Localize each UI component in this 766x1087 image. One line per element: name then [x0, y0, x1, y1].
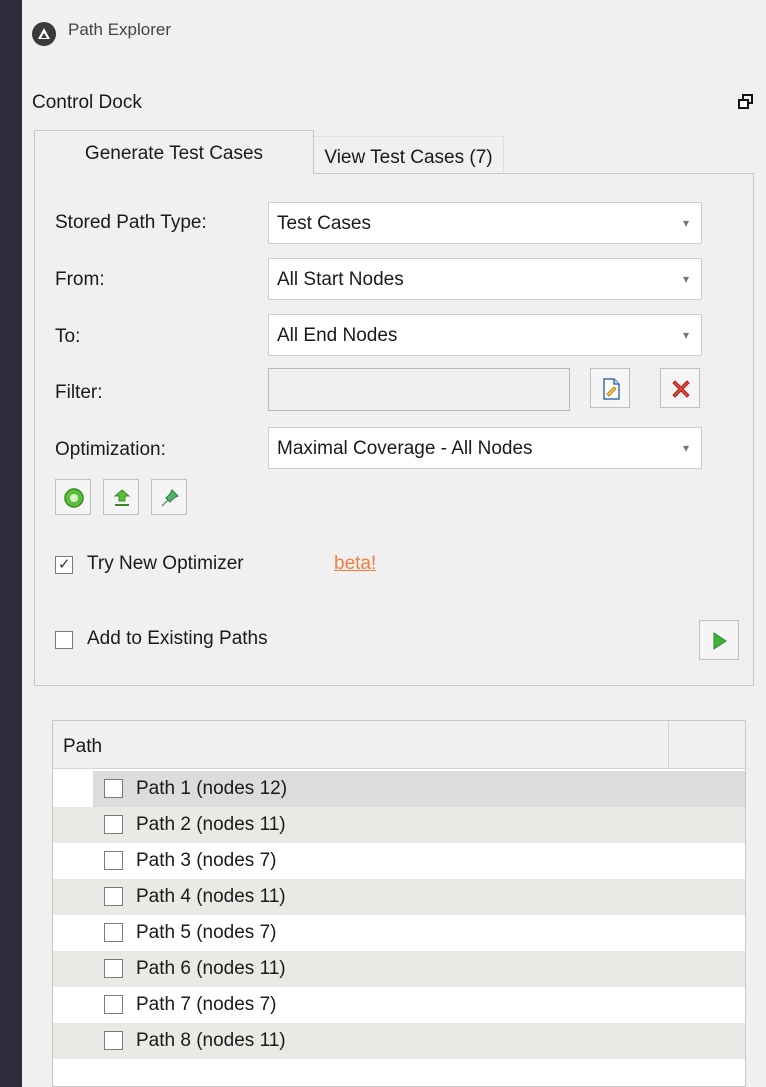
row-checkbox[interactable]	[104, 995, 123, 1014]
to-value: All End Nodes	[277, 325, 398, 346]
filter-label: Filter:	[55, 382, 103, 403]
chevron-down-icon: ▾	[682, 328, 689, 342]
dock-title: Control Dock	[32, 92, 142, 113]
chevron-down-icon: ▾	[682, 441, 689, 455]
table-row[interactable]: Path 7 (nodes 7)	[53, 987, 745, 1023]
refresh-icon	[113, 489, 131, 506]
row-checkbox[interactable]	[104, 779, 123, 798]
generate-panel: Stored Path Type: Test Cases ▾ From: All…	[34, 173, 754, 686]
filter-input[interactable]	[268, 368, 570, 411]
title-bar: Path Explorer	[22, 0, 766, 66]
try-new-optimizer-checkbox[interactable]: ✓	[55, 556, 73, 574]
refresh-button[interactable]	[103, 479, 139, 515]
row-checkbox[interactable]	[104, 815, 123, 834]
clear-filter-icon	[672, 380, 690, 398]
row-label: Path 8 (nodes 11)	[136, 1030, 286, 1051]
stored-path-type-value: Test Cases	[277, 213, 371, 234]
pin-button[interactable]	[151, 479, 187, 515]
add-to-existing-label: Add to Existing Paths	[87, 628, 268, 649]
table-row[interactable]: Path 4 (nodes 11)	[53, 879, 745, 915]
from-label: From:	[55, 269, 105, 290]
app-title: Path Explorer	[68, 20, 171, 39]
row-label: Path 4 (nodes 11)	[136, 886, 286, 907]
stored-path-type-select[interactable]: Test Cases ▾	[268, 202, 702, 244]
table-row[interactable]: Path 1 (nodes 12)	[53, 771, 745, 807]
dock-header: Control Dock	[22, 86, 766, 126]
row-label: Path 2 (nodes 11)	[136, 814, 286, 835]
optimization-value: Maximal Coverage - All Nodes	[277, 438, 533, 459]
tab-view-test-cases[interactable]: View Test Cases (7)	[314, 136, 504, 174]
row-label: Path 6 (nodes 11)	[136, 958, 286, 979]
pin-icon	[161, 489, 179, 507]
optimization-label: Optimization:	[55, 439, 166, 460]
play-icon	[713, 632, 727, 650]
path-explorer-window: Path Explorer Control Dock Generate Test…	[22, 0, 766, 1087]
row-checkbox[interactable]	[104, 959, 123, 978]
column-header-label: Path	[63, 736, 103, 757]
tab-bar: Generate Test Cases View Test Cases (7)	[34, 130, 754, 174]
row-label: Path 3 (nodes 7)	[136, 850, 277, 871]
run-button[interactable]	[699, 620, 739, 660]
edit-filter-icon	[603, 378, 620, 400]
optimization-select[interactable]: Maximal Coverage - All Nodes ▾	[268, 427, 702, 469]
row-checkbox[interactable]	[104, 1031, 123, 1050]
from-select[interactable]: All Start Nodes ▾	[268, 258, 702, 300]
from-value: All Start Nodes	[277, 269, 404, 290]
table-row[interactable]: Path 6 (nodes 11)	[53, 951, 745, 987]
clear-filter-button[interactable]	[660, 368, 700, 408]
checkmark-icon: ✓	[58, 556, 71, 573]
tab-generate-test-cases[interactable]: Generate Test Cases	[34, 130, 314, 174]
path-table: Path Path 1 (nodes 12) Path 2 (nodes 11)…	[52, 720, 746, 1087]
chevron-down-icon: ▾	[682, 216, 689, 230]
float-window-icon[interactable]	[738, 94, 754, 110]
row-checkbox[interactable]	[104, 887, 123, 906]
stored-path-type-label: Stored Path Type:	[55, 212, 207, 233]
gear-icon	[64, 488, 84, 508]
to-label: To:	[55, 326, 81, 347]
generate-button[interactable]	[55, 479, 91, 515]
row-indent	[53, 771, 93, 807]
edit-filter-button[interactable]	[590, 368, 630, 408]
row-label: Path 7 (nodes 7)	[136, 994, 277, 1015]
table-row[interactable]: Path 2 (nodes 11)	[53, 807, 745, 843]
row-label: Path 1 (nodes 12)	[136, 778, 288, 799]
beta-link[interactable]: beta!	[334, 553, 376, 575]
chevron-down-icon: ▾	[682, 272, 689, 286]
column-header-path[interactable]: Path	[53, 721, 669, 769]
row-checkbox[interactable]	[104, 923, 123, 942]
table-row[interactable]: Path 8 (nodes 11)	[53, 1023, 745, 1059]
desktop-edge	[0, 0, 22, 1087]
try-new-optimizer-label: Try New Optimizer	[87, 553, 244, 574]
row-label: Path 5 (nodes 7)	[136, 922, 277, 943]
add-to-existing-checkbox[interactable]	[55, 631, 73, 649]
row-checkbox[interactable]	[104, 851, 123, 870]
table-row[interactable]: Path 3 (nodes 7)	[53, 843, 745, 879]
table-header: Path	[53, 721, 745, 769]
to-select[interactable]: All End Nodes ▾	[268, 314, 702, 356]
app-logo-icon	[32, 22, 56, 46]
table-row[interactable]: Path 5 (nodes 7)	[53, 915, 745, 951]
